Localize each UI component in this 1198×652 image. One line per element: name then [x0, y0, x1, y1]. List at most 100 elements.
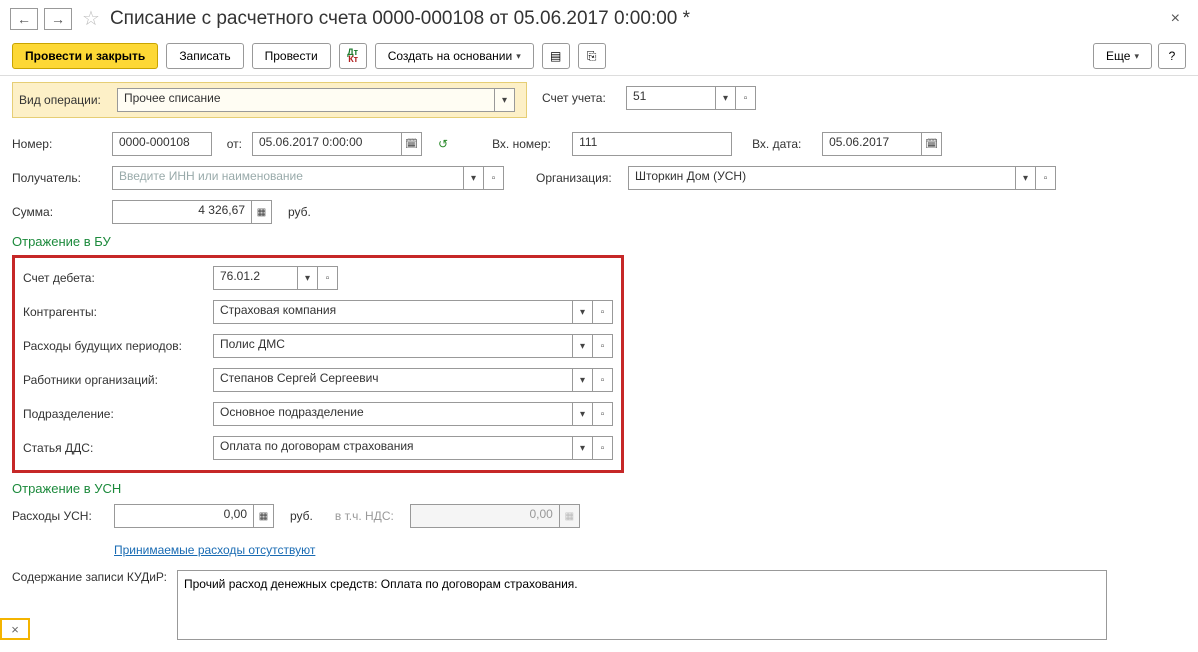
- debit-account-label: Счет дебета:: [23, 271, 203, 285]
- usn-accepted-expenses-link[interactable]: Принимаемые расходы отсутствуют: [114, 543, 315, 557]
- bottom-tab-close[interactable]: ×: [0, 618, 30, 640]
- date-calendar-button[interactable]: 🗓: [402, 132, 422, 156]
- more-label: Еще: [1106, 49, 1130, 63]
- usn-vat-calc-button: ▦: [560, 504, 580, 528]
- close-icon[interactable]: ×: [1171, 10, 1188, 28]
- sum-unit: руб.: [288, 205, 311, 219]
- operation-type-dropdown-button[interactable]: ▾: [495, 88, 515, 112]
- debit-account-open-button[interactable]: ▫: [318, 266, 338, 290]
- create-based-button[interactable]: Создать на основании ▾: [375, 43, 534, 69]
- usn-vat-label: в т.ч. НДС:: [335, 509, 394, 523]
- deferred-open-button[interactable]: ▫: [593, 334, 613, 358]
- help-button[interactable]: ?: [1158, 43, 1186, 69]
- chevron-down-icon: ▾: [516, 51, 521, 62]
- chevron-down-icon: ▾: [1134, 51, 1139, 62]
- deferred-dropdown-button[interactable]: ▾: [573, 334, 593, 358]
- recipient-row: Получатель: Введите ИНН или наименование…: [12, 164, 1186, 192]
- counterparty-label: Контрагенты:: [23, 305, 203, 319]
- division-label: Подразделение:: [23, 407, 203, 421]
- incoming-date-calendar-button[interactable]: 🗓: [922, 132, 942, 156]
- create-based-label: Создать на основании: [388, 49, 513, 63]
- operation-type-select[interactable]: Прочее списание: [117, 88, 495, 112]
- division-open-button[interactable]: ▫: [593, 402, 613, 426]
- counterparty-open-button[interactable]: ▫: [593, 300, 613, 324]
- recipient-input[interactable]: Введите ИНН или наименование: [112, 166, 464, 190]
- favorite-star-icon[interactable]: ☆: [82, 6, 100, 31]
- post-button[interactable]: Провести: [252, 43, 331, 69]
- post-and-close-button[interactable]: Провести и закрыть: [12, 43, 158, 69]
- document-icon: ▤: [550, 49, 561, 63]
- counterparty-dropdown-button[interactable]: ▾: [573, 300, 593, 324]
- employee-label: Работники организаций:: [23, 373, 203, 387]
- ledger-account-input[interactable]: 51: [626, 86, 716, 110]
- ledger-account-open-button[interactable]: ▫: [736, 86, 756, 110]
- counterparty-input[interactable]: Страховая компания: [213, 300, 573, 324]
- usn-exp-input[interactable]: 0,00: [114, 504, 254, 528]
- paperclip-icon: ⎘: [587, 49, 597, 64]
- incoming-number-input[interactable]: 111: [572, 132, 732, 156]
- toolbar: Провести и закрыть Записать Провести ДтК…: [0, 37, 1198, 76]
- form-area: Вид операции: Прочее списание ▾ Счет уче…: [0, 76, 1198, 652]
- incoming-date-label: Вх. дата:: [752, 137, 812, 151]
- save-button[interactable]: Записать: [166, 43, 243, 69]
- incoming-number-label: Вх. номер:: [492, 137, 562, 151]
- sum-label: Сумма:: [12, 205, 102, 219]
- bu-highlight-box: Счет дебета: 76.01.2 ▾ ▫ Контрагенты: Ст…: [12, 255, 624, 473]
- operation-row: Вид операции: Прочее списание ▾: [12, 82, 527, 118]
- ledger-account-label: Счет учета:: [542, 91, 616, 105]
- usn-exp-row: Расходы УСН: 0,00 ▦ руб. в т.ч. НДС: 0,0…: [12, 502, 1186, 530]
- debit-account-dropdown-button[interactable]: ▾: [298, 266, 318, 290]
- from-label: от:: [222, 137, 242, 151]
- recipient-dropdown-button[interactable]: ▾: [464, 166, 484, 190]
- section-bu-title: Отражение в БУ: [12, 234, 1186, 249]
- dds-open-button[interactable]: ▫: [593, 436, 613, 460]
- usn-exp-label: Расходы УСН:: [12, 509, 104, 523]
- dds-label: Статья ДДС:: [23, 441, 203, 455]
- dtkt-button[interactable]: ДтКт: [339, 43, 367, 69]
- usn-exp-unit: руб.: [290, 509, 313, 523]
- ledger-account-dropdown-button[interactable]: ▾: [716, 86, 736, 110]
- date-input[interactable]: 05.06.2017 0:00:00: [252, 132, 402, 156]
- kudir-row: Содержание записи КУДиР:: [12, 570, 1186, 640]
- usn-vat-input: 0,00: [410, 504, 560, 528]
- more-button[interactable]: Еще ▾: [1093, 43, 1152, 69]
- window-header: ← → ☆ Списание с расчетного счета 0000-0…: [0, 0, 1198, 37]
- organization-open-button[interactable]: ▫: [1036, 166, 1056, 190]
- kudir-label: Содержание записи КУДиР:: [12, 570, 167, 586]
- division-dropdown-button[interactable]: ▾: [573, 402, 593, 426]
- recipient-open-button[interactable]: ▫: [484, 166, 504, 190]
- number-label: Номер:: [12, 137, 102, 151]
- section-usn-title: Отражение в УСН: [12, 481, 1186, 496]
- page-title: Списание с расчетного счета 0000-000108 …: [110, 8, 690, 30]
- refresh-icon[interactable]: ↺: [438, 137, 448, 151]
- number-date-row: Номер: 0000-000108 от: 05.06.2017 0:00:0…: [12, 130, 1186, 158]
- dtkt-icon: ДтКт: [347, 49, 358, 63]
- attach-button[interactable]: ⎘: [578, 43, 606, 69]
- dds-input[interactable]: Оплата по договорам страхования: [213, 436, 573, 460]
- debit-account-input[interactable]: 76.01.2: [213, 266, 298, 290]
- number-input[interactable]: 0000-000108: [112, 132, 212, 156]
- employee-input[interactable]: Степанов Сергей Сергеевич: [213, 368, 573, 392]
- kudir-textarea[interactable]: [177, 570, 1107, 640]
- nav-forward-button[interactable]: →: [44, 8, 72, 30]
- usn-exp-calc-button[interactable]: ▦: [254, 504, 274, 528]
- account-row: Счет учета: 51 ▾ ▫: [542, 84, 1186, 112]
- organization-dropdown-button[interactable]: ▾: [1016, 166, 1036, 190]
- dds-dropdown-button[interactable]: ▾: [573, 436, 593, 460]
- sum-input[interactable]: 4 326,67: [112, 200, 252, 224]
- print-button[interactable]: ▤: [542, 43, 570, 69]
- employee-dropdown-button[interactable]: ▾: [573, 368, 593, 392]
- division-input[interactable]: Основное подразделение: [213, 402, 573, 426]
- nav-back-button[interactable]: ←: [10, 8, 38, 30]
- deferred-input[interactable]: Полис ДМС: [213, 334, 573, 358]
- employee-open-button[interactable]: ▫: [593, 368, 613, 392]
- operation-type-label: Вид операции:: [19, 93, 107, 107]
- deferred-label: Расходы будущих периодов:: [23, 339, 203, 353]
- usn-link-row: Принимаемые расходы отсутствуют: [12, 536, 1186, 564]
- organization-label: Организация:: [536, 171, 618, 185]
- recipient-label: Получатель:: [12, 171, 102, 185]
- sum-row: Сумма: 4 326,67 ▦ руб.: [12, 198, 1186, 226]
- organization-input[interactable]: Шторкин Дом (УСН): [628, 166, 1016, 190]
- sum-calc-button[interactable]: ▦: [252, 200, 272, 224]
- incoming-date-input[interactable]: 05.06.2017: [822, 132, 922, 156]
